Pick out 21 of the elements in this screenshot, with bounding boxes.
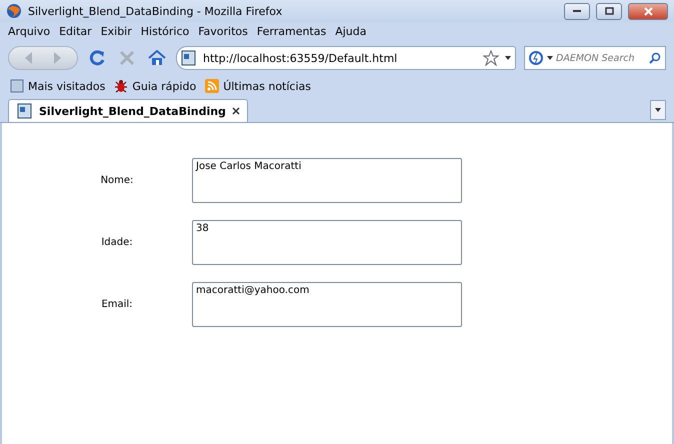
bookmark-link[interactable]: Mais visitados — [10, 79, 106, 93]
address-field[interactable]: http://localhost:63559/Default.html — [203, 52, 477, 64]
menu-item[interactable]: Histórico — [140, 24, 190, 38]
field-label: Nome: — [100, 175, 134, 186]
field-label: Email: — [101, 299, 133, 310]
menu-item[interactable]: Editar — [59, 24, 92, 38]
menu-item[interactable]: Favoritos — [198, 24, 248, 38]
text-field[interactable]: Jose Carlos Macoratti — [192, 158, 462, 203]
browser-tab[interactable]: Silverlight_Blend_DataBinding — [8, 99, 248, 122]
bookmark-link[interactable]: Últimas notícias — [205, 79, 311, 93]
text-field[interactable]: 38 — [192, 220, 462, 265]
text-field[interactable]: macoratti@yahoo.com — [192, 282, 462, 327]
field-label: Idade: — [101, 237, 133, 248]
bookmark-link[interactable]: Guia rápido — [114, 79, 196, 93]
menu-item[interactable]: Ajuda — [335, 24, 366, 38]
address-bar[interactable]: http://localhost:63559/Default.html — [176, 46, 516, 70]
window-title: Silverlight_Blend_DataBinding - Mozilla Firefox — [28, 4, 284, 18]
search-field[interactable]: DAEMON Search — [524, 46, 666, 70]
menu-item[interactable]: Exibir — [100, 24, 132, 38]
menu-item[interactable]: Ferramentas — [256, 24, 326, 38]
menu-item[interactable]: Arquivo — [8, 24, 50, 38]
